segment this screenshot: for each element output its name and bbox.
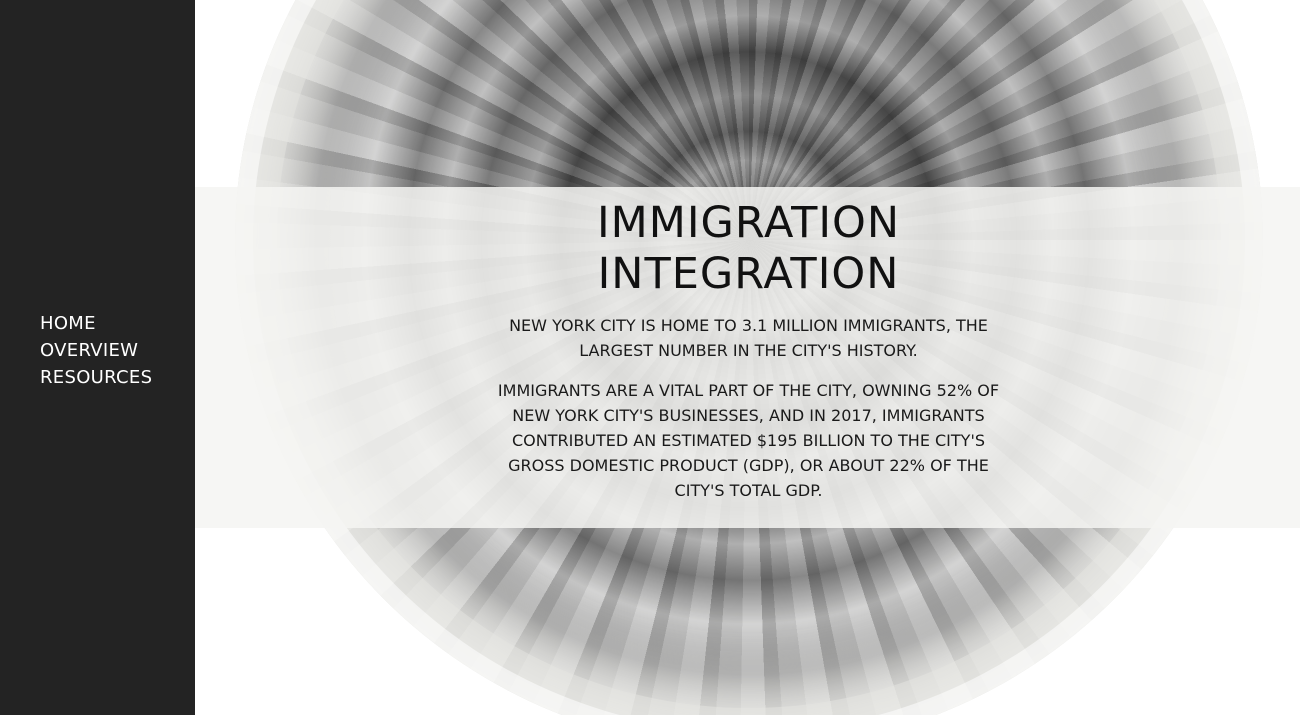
economy-paragraph: IMMIGRANTS ARE A VITAL PART OF THE CITY,… [195,378,1300,503]
nav-item-home[interactable]: HOME [40,310,152,337]
intro-line-1: NEW YORK CITY IS HOME TO 3.1 MILLION IMM… [509,316,988,335]
title-line-1: IMMIGRATION [596,198,901,248]
main-nav: HOME OVERVIEW RESOURCES [40,310,152,391]
page-title: IMMIGRATION INTEGRATION [195,198,1300,300]
nav-item-overview[interactable]: OVERVIEW [40,337,152,364]
economy-line-2: NEW YORK CITY'S BUSINESSES, AND IN 2017,… [512,406,985,425]
hero-section: IMMIGRATION INTEGRATION NEW YORK CITY IS… [195,0,1300,715]
economy-line-3: CONTRIBUTED AN ESTIMATED $195 BILLION TO… [511,431,985,450]
title-line-2: INTEGRATION [597,249,900,299]
sidebar: HOME OVERVIEW RESOURCES [0,0,195,715]
economy-line-4: GROSS DOMESTIC PRODUCT (GDP), OR ABOUT 2… [508,456,989,475]
economy-line-1: IMMIGRANTS ARE A VITAL PART OF THE CITY,… [497,381,1000,400]
intro-paragraph: NEW YORK CITY IS HOME TO 3.1 MILLION IMM… [195,313,1300,363]
nav-item-resources[interactable]: RESOURCES [40,364,152,391]
economy-line-5: CITY'S TOTAL GDP. [674,481,823,500]
intro-line-2: LARGEST NUMBER IN THE CITY'S HISTORY. [579,341,918,360]
